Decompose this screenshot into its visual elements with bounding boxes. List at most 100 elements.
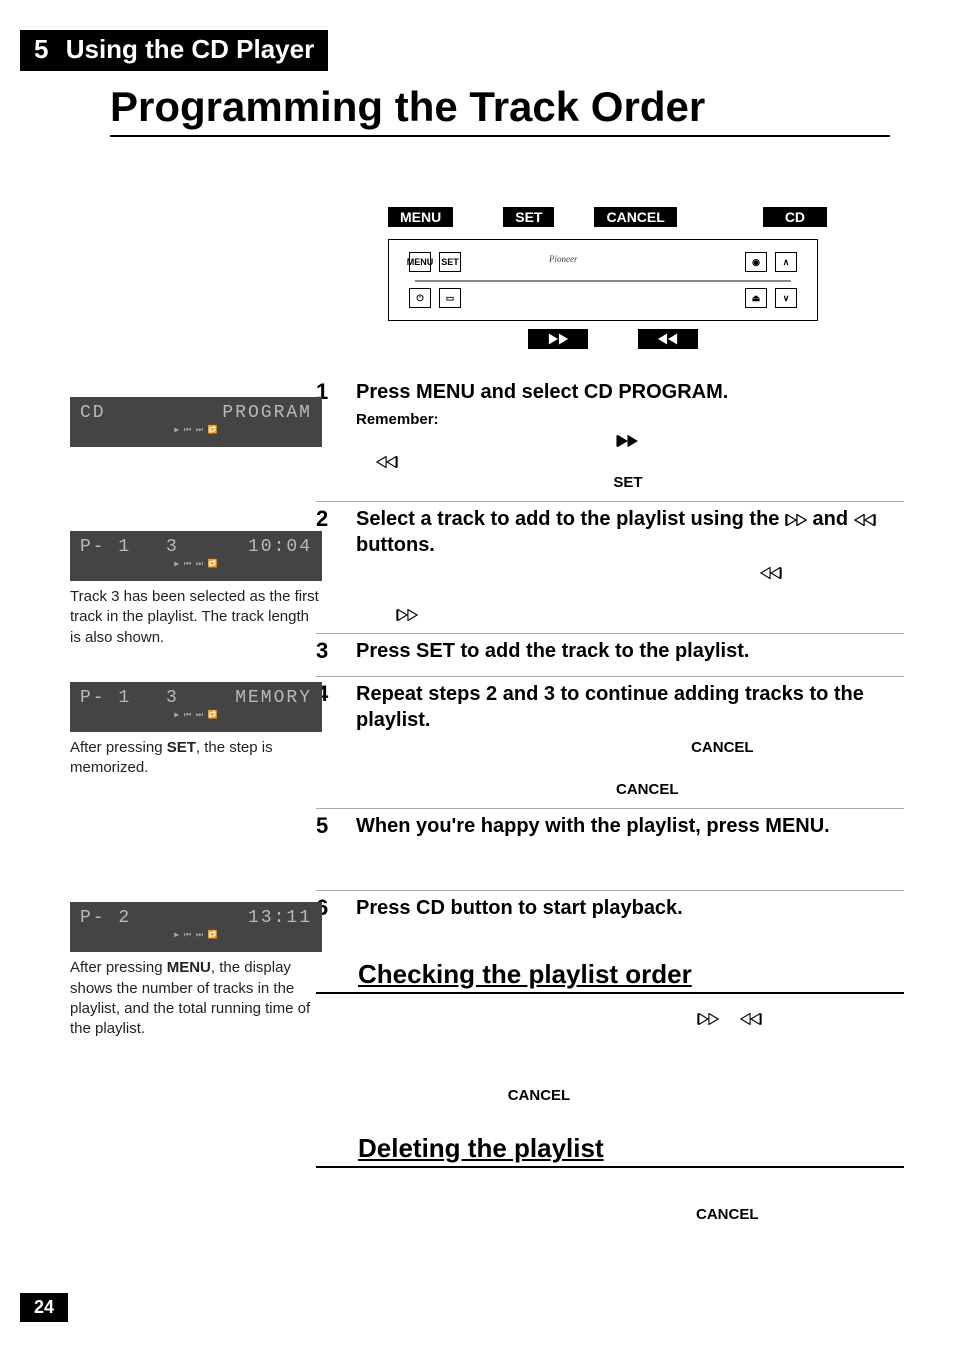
lcd1-right: PROGRAM xyxy=(222,403,312,423)
sub2p1sc: CANCEL xyxy=(696,1206,759,1223)
remote-menu-button: MENU xyxy=(409,252,431,272)
step-5-num: 5 xyxy=(316,813,356,882)
lcd-block-3: P- 1 3 MEMORY ▶ ⏮ ⏭ 🔁 After pressing SET… xyxy=(70,682,320,779)
step1-b: switch between menu options using the xyxy=(439,411,705,428)
remote-label-row: MENU SET CANCEL CD xyxy=(388,207,904,227)
prev-icon xyxy=(785,514,807,526)
next-icon xyxy=(760,567,782,579)
label-cancel: CANCEL xyxy=(594,207,676,227)
step2-tc: buttons. xyxy=(356,534,435,556)
s4sc1: CANCEL xyxy=(691,739,754,756)
step2-ba: Jump forward a track using xyxy=(356,564,540,581)
step-2-body: Jump forward a track using ; jump back a… xyxy=(356,562,904,625)
step-2: 2 Select a track to add to the playlist … xyxy=(316,506,904,634)
prev-track-label xyxy=(528,329,588,349)
lcd-display-3: P- 1 3 MEMORY ▶ ⏮ ⏭ 🔁 xyxy=(70,682,322,732)
lcd3-right: MEMORY xyxy=(235,688,312,708)
transport-label-row xyxy=(528,329,904,349)
lcd3-cap-sc: SET xyxy=(167,739,196,756)
remote-eject-button: ⏏ xyxy=(745,288,767,308)
lcd2-caption: Track 3 has been selected as the first t… xyxy=(70,587,320,648)
brand-logo: Pioneer xyxy=(549,254,578,264)
remote-set-button: SET xyxy=(439,252,461,272)
step-2-title: Select a track to add to the playlist us… xyxy=(356,506,904,558)
step-1: 1 Press MENU and select CD PROGRAM. Reme… xyxy=(316,379,904,502)
lcd2-mid: 3 xyxy=(166,537,179,557)
next-icon xyxy=(854,514,876,526)
lcd-block-4: P- 2 13:11 ▶ ⏮ ⏭ 🔁 After pressing MENU, … xyxy=(70,902,320,1039)
step-5-title: When you're happy with the playlist, pre… xyxy=(356,813,904,839)
step1-d: . xyxy=(643,474,647,491)
step2-ta: Select a track to add to the playlist us… xyxy=(356,508,785,530)
left-column: CD PROGRAM ▶ ⏮ ⏭ 🔁 P- 1 3 10:04 ▶ ⏮ ⏭ 🔁 … xyxy=(20,207,320,1281)
step-6-num: 6 xyxy=(316,895,356,925)
step1-sc: SET xyxy=(613,474,642,491)
remote-up-button: ∧ xyxy=(775,252,797,272)
remote-standby-button: ⏻ xyxy=(409,288,431,308)
chapter-title: Using the CD Player xyxy=(66,34,315,64)
sub1p2b: to delete the track currently displayed. xyxy=(570,1087,827,1104)
label-cd: CD xyxy=(763,207,827,227)
step-4: 4 Repeat steps 2 and 3 to continue addin… xyxy=(316,681,904,809)
sub1p2sc: CANCEL xyxy=(508,1087,571,1104)
right-column: MENU SET CANCEL CD MENU SET ⏻ ▭ ◉ ∧ ⏏ ∨ … xyxy=(320,207,904,1281)
step-4-body: If you make a mistake, press CANCEL to d… xyxy=(356,737,904,800)
step-5: 5 When you're happy with the playlist, p… xyxy=(316,813,904,891)
lcd2-left: P- 1 xyxy=(80,537,131,557)
step-3-title: Press SET to add the track to the playli… xyxy=(356,638,904,664)
step-6-title: Press CD button to start playback. xyxy=(356,895,904,921)
chapter-number: 5 xyxy=(34,34,48,64)
lcd-display-1: CD PROGRAM ▶ ⏮ ⏭ 🔁 xyxy=(70,397,322,447)
sub1-p1: In program stop mode, press the buttons … xyxy=(356,1008,904,1052)
page-number: 24 xyxy=(20,1293,68,1322)
step-6: 6 Press CD button to start playback. xyxy=(316,895,904,933)
label-menu: MENU xyxy=(388,207,453,227)
lcd3-cap-a: After pressing xyxy=(70,739,167,756)
sub2p1a: When the disc is stopped, press and hold xyxy=(356,1184,630,1201)
step1-rem: Remember: xyxy=(356,411,439,428)
lcd3-mid: 3 xyxy=(166,688,179,708)
lcd-display-4: P- 2 13:11 ▶ ⏮ ⏭ 🔁 xyxy=(70,902,322,952)
chapter-tab: 5 Using the CD Player xyxy=(20,30,328,71)
remote-cd-button: ◉ xyxy=(745,252,767,272)
remote-display-button: ▭ xyxy=(439,288,461,308)
s4c: repeatedly.) xyxy=(679,781,761,798)
step2-bc: . xyxy=(422,606,426,623)
lcd3-caption: After pressing SET, the step is memorize… xyxy=(70,738,320,779)
sub2p1b: for about three seconds to delete the pl… xyxy=(356,1206,899,1267)
step-3: 3 Press SET to add the track to the play… xyxy=(316,638,904,677)
lcd2-right: 10:04 xyxy=(248,537,312,557)
s4sc2: CANCEL xyxy=(616,781,679,798)
lcd4-left: P- 2 xyxy=(80,908,131,928)
lcd-block-1: CD PROGRAM ▶ ⏮ ⏭ 🔁 xyxy=(70,397,320,447)
lcd4-caption: After pressing MENU, the display shows t… xyxy=(70,958,320,1039)
sub2-p1: When the disc is stopped, press and hold… xyxy=(356,1182,904,1269)
lcd4-cap-a: After pressing xyxy=(70,959,167,976)
lcd3-left: P- 1 xyxy=(80,688,131,708)
lcd1-left: CD xyxy=(80,403,106,423)
next-icon xyxy=(740,1013,762,1025)
step-1-title: Press MENU and select CD PROGRAM. xyxy=(356,379,904,405)
next-track-label xyxy=(638,329,698,349)
lcd4-right: 13:11 xyxy=(248,908,312,928)
step-2-num: 2 xyxy=(316,506,356,625)
next-icon xyxy=(376,456,398,468)
subsection-deleting-title: Deleting the playlist xyxy=(358,1133,604,1163)
subsection-deleting: Deleting the playlist xyxy=(316,1133,904,1168)
lcd4-cap-sc: MENU xyxy=(167,959,211,976)
lcd3-sub: ▶ ⏮ ⏭ 🔁 xyxy=(80,710,312,720)
label-set: SET xyxy=(503,207,554,227)
step-4-num: 4 xyxy=(316,681,356,800)
step1-c: buttons; select the option by pressing xyxy=(642,432,890,449)
s4a: If you make a mistake, press xyxy=(356,739,551,756)
step-1-body: Remember: switch between menu options us… xyxy=(356,409,904,493)
step-1-num: 1 xyxy=(316,379,356,493)
subsection-checking: Checking the playlist order xyxy=(316,959,904,994)
step-3-num: 3 xyxy=(316,638,356,668)
step2-tb: and xyxy=(813,508,854,530)
step-5-body: The playlist can be up to 24 tracks long… xyxy=(356,843,904,864)
lcd2-sub: ▶ ⏮ ⏭ 🔁 xyxy=(80,559,312,569)
remote-down-button: ∨ xyxy=(775,288,797,308)
prev-icon xyxy=(396,609,418,621)
step-4-title: Repeat steps 2 and 3 to continue adding … xyxy=(356,681,904,733)
